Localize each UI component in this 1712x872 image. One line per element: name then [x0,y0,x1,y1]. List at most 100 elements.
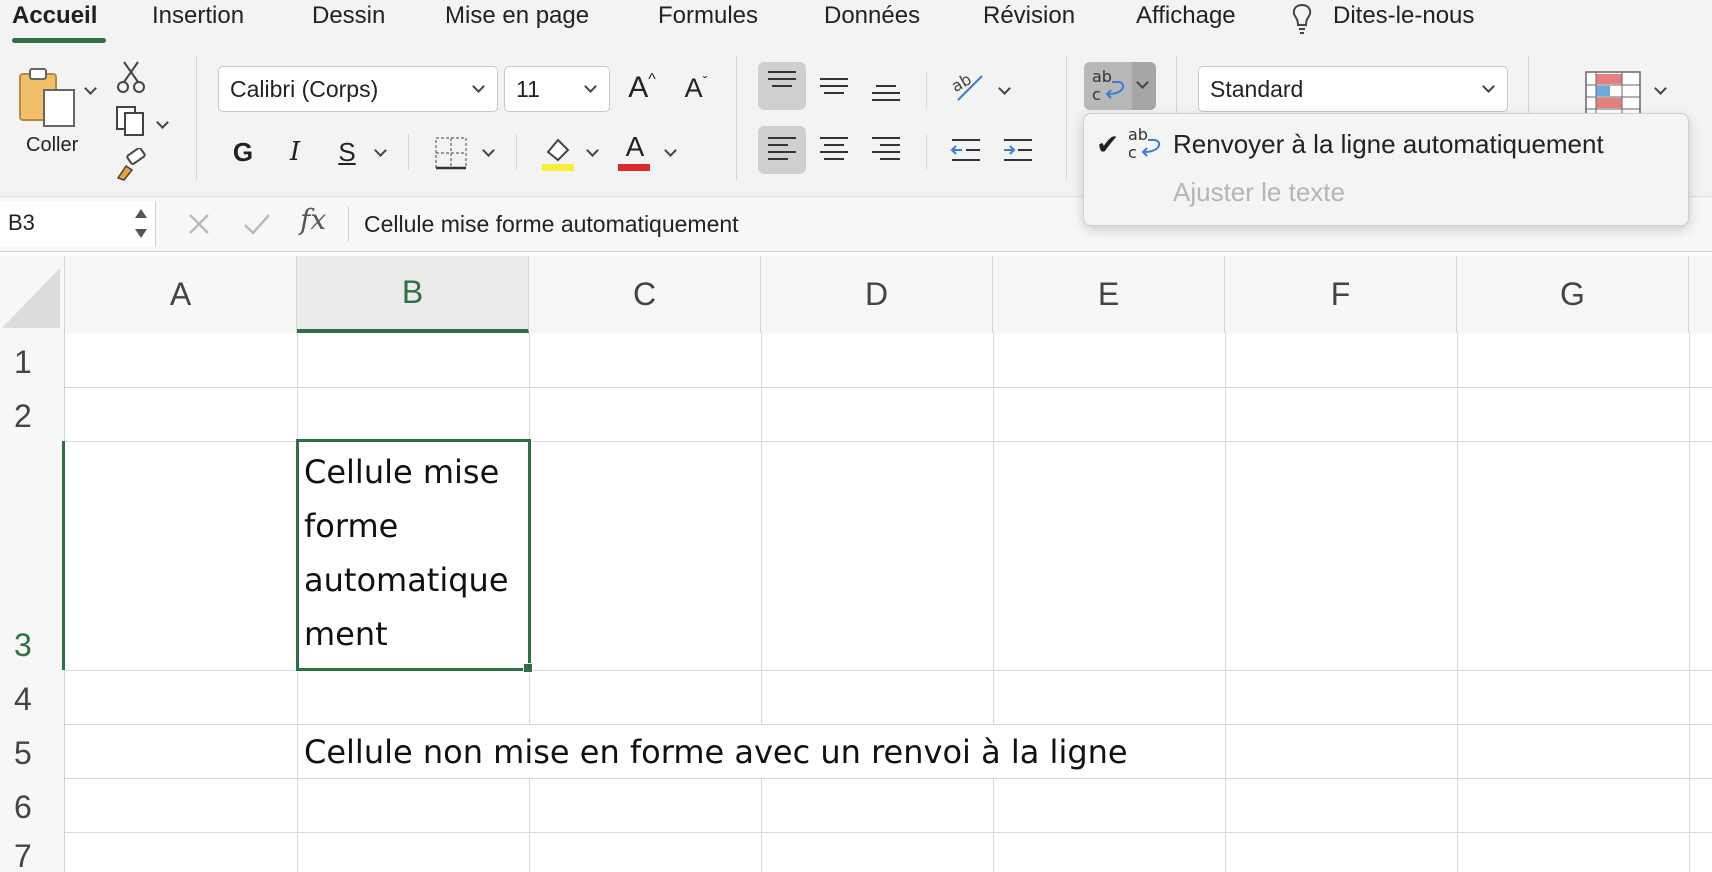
paste-options-chevron-icon[interactable] [84,82,97,95]
text-orientation-icon[interactable]: ab [948,66,988,106]
cancel-icon[interactable] [186,211,212,237]
orientation-chevron-icon[interactable] [998,82,1011,95]
align-right-icon[interactable] [862,126,910,174]
tab-affichage[interactable]: Affichage [1136,2,1236,30]
row-header-2[interactable]: 2 [0,387,65,441]
format-painter-icon[interactable] [114,148,148,182]
align-bottom-icon[interactable] [862,62,910,110]
row-header-7[interactable]: 7 [0,832,65,872]
column-header-c[interactable]: C [529,256,761,333]
ribbon-separator [736,56,737,180]
align-top-icon [768,71,796,87]
font-color-button[interactable]: A [618,130,652,164]
column-header-g[interactable]: G [1457,256,1689,333]
paste-label[interactable]: Coller [26,134,78,157]
ribbon-separator [196,56,197,180]
paste-icon[interactable] [18,66,78,128]
gridline [761,333,762,724]
spreadsheet-grid: A B C D E F G 1 2 3 4 5 6 7 Cellule mise… [0,252,1712,872]
tab-formules[interactable]: Formules [658,2,758,30]
formula-input[interactable]: Cellule mise forme automatiquement [364,211,739,238]
row-header-5[interactable]: 5 [0,724,65,778]
font-color-chevron-icon[interactable] [664,144,677,157]
copy-icon[interactable] [114,104,148,138]
row-header-4[interactable]: 4 [0,670,65,724]
borders-icon[interactable] [434,136,468,170]
svg-text:ab: ab [1128,125,1148,144]
svg-text:c: c [1092,85,1101,104]
fill-color-icon[interactable] [540,134,576,172]
selected-cell-border [296,439,531,671]
bold-button[interactable]: G [226,132,260,172]
conditional-formatting-chevron-icon[interactable] [1654,82,1667,95]
tab-revision[interactable]: Révision [983,2,1075,30]
svg-text:ab: ab [1092,67,1112,86]
gridline [529,778,530,872]
chevron-down-icon [472,80,485,93]
italic-button[interactable]: I [278,132,312,172]
fill-color-chevron-icon[interactable] [586,144,599,157]
tab-dites-le-nous[interactable]: Dites-le-nous [1333,2,1474,30]
copy-options-chevron-icon[interactable] [156,116,169,129]
wrap-text-icon: ab c [1128,125,1161,162]
chevron-down-icon [1136,76,1149,89]
column-header-h[interactable] [1689,256,1712,333]
align-top-button[interactable] [758,62,806,110]
align-left-icon [768,137,796,160]
menu-item-shrink-to-fit: Ajuster le texte [1084,168,1688,216]
wrap-text-menu: ✔ ab c Renvoyer à la ligne automatiqueme… [1083,113,1689,226]
align-left-button[interactable] [758,126,806,174]
gridline [65,387,1712,388]
increase-indent-icon[interactable] [998,130,1038,170]
shrink-font-icon: A [684,72,703,103]
wrap-text-button[interactable]: ab c [1084,62,1156,110]
column-header-f[interactable]: F [1225,256,1457,333]
active-tab-indicator [12,38,106,43]
font-family-value: Calibri (Corps) [230,75,379,102]
tab-donnees[interactable]: Données [824,2,920,30]
borders-options-chevron-icon[interactable] [482,144,495,157]
svg-text:ab: ab [948,69,975,95]
confirm-check-icon[interactable] [242,211,272,237]
wrap-text-dropdown-toggle[interactable] [1132,62,1156,110]
chevron-down-icon [1482,80,1495,93]
column-header-b[interactable]: B [297,256,529,333]
underline-button[interactable]: S [330,132,364,172]
insert-function-button[interactable]: fx [300,203,326,236]
column-header-d[interactable]: D [761,256,993,333]
cell-b5[interactable]: Cellule non mise en forme avec un renvoi… [304,725,1128,779]
select-all-corner[interactable] [0,256,65,333]
name-box-down-icon[interactable] [135,229,147,238]
number-format-value: Standard [1210,75,1304,102]
column-header-a[interactable]: A [65,256,297,333]
align-center-icon[interactable] [810,126,858,174]
font-size-select[interactable]: 11 [504,66,610,112]
scissors-icon[interactable] [116,60,146,94]
gridline [993,333,994,724]
shrink-font-button[interactable]: Aˇ [676,68,716,108]
row-header-3[interactable]: 3 [0,441,65,670]
font-family-select[interactable]: Calibri (Corps) [218,66,498,112]
tab-dessin[interactable]: Dessin [312,2,385,30]
ribbon-tab-bar: Accueil Insertion Dessin Mise en page Fo… [0,0,1712,46]
ribbon-separator [1066,56,1067,180]
number-format-select[interactable]: Standard [1198,66,1508,112]
ribbon-separator [926,72,927,108]
tab-accueil[interactable]: Accueil [12,2,97,30]
align-middle-icon[interactable] [810,62,858,110]
grow-font-button[interactable]: A ^ [622,68,662,108]
font-size-value: 11 [516,75,540,102]
menu-item-wrap-text[interactable]: ✔ ab c Renvoyer à la ligne automatiqueme… [1084,120,1688,168]
row-header-1[interactable]: 1 [0,333,65,387]
tab-mise-en-page[interactable]: Mise en page [445,2,589,30]
tab-insertion[interactable]: Insertion [152,2,244,30]
name-box[interactable]: B3 [0,201,156,247]
row-header-6[interactable]: 6 [0,778,65,832]
checkmark-icon: ✔ [1096,128,1120,160]
decrease-indent-icon[interactable] [946,130,986,170]
underline-options-chevron-icon[interactable] [374,144,387,157]
fill-handle[interactable] [523,663,533,673]
name-box-up-icon[interactable] [135,209,147,218]
column-header-e[interactable]: E [993,256,1225,333]
gridline [1689,333,1690,872]
